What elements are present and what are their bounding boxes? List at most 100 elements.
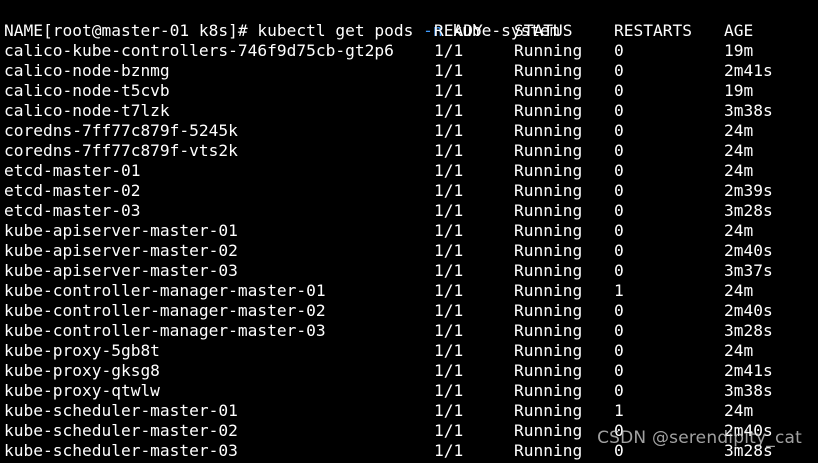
pod-age: 19m [724,81,754,100]
table-row: coredns-7ff77c879f-vts2k 1/1 Running 0 24m [4,141,818,161]
pod-status: Running [514,61,583,80]
pod-status: Running [514,261,583,280]
pod-status: Running [514,281,583,300]
table-row: etcd-master-03 1/1 Running 0 3m28s [4,201,818,221]
table-row: etcd-master-01 1/1 Running 0 24m [4,161,818,181]
pod-age: 3m28s [724,321,773,340]
pod-name: etcd-master-02 [4,181,141,200]
pod-restarts: 0 [614,381,624,400]
column-header-age: AGE [724,21,754,40]
pod-ready: 1/1 [434,401,464,420]
pod-ready: 1/1 [434,101,464,120]
pod-restarts: 0 [614,141,624,160]
table-row: kube-apiserver-master-03 1/1 Running 0 3m37s [4,261,818,281]
pod-name: kube-controller-manager-master-02 [4,301,326,320]
pod-ready: 1/1 [434,81,464,100]
pod-name: coredns-7ff77c879f-5245k [4,121,238,140]
pod-restarts: 0 [614,361,624,380]
pod-restarts: 0 [614,161,624,180]
table-row: calico-node-bznmg 1/1 Running 0 2m41s [4,61,818,81]
table-row: kube-controller-manager-master-03 1/1 Runn… [4,321,818,341]
pod-status: Running [514,321,583,340]
pod-ready: 1/1 [434,161,464,180]
pod-restarts: 0 [614,61,624,80]
pod-ready: 1/1 [434,421,464,440]
pod-name: kube-controller-manager-master-01 [4,281,326,300]
pod-status: Running [514,221,583,240]
pod-status: Running [514,161,583,180]
pod-age: 3m38s [724,101,773,120]
pod-status: Running [514,441,583,460]
pod-restarts: 0 [614,241,624,260]
pod-ready: 1/1 [434,441,464,460]
pod-restarts: 0 [614,341,624,360]
pod-name: kube-scheduler-master-02 [4,421,238,440]
pod-status: Running [514,361,583,380]
pod-age: 24m [724,221,754,240]
pod-name: kube-controller-manager-master-03 [4,321,326,340]
pod-age: 2m39s [724,181,773,200]
pod-age: 2m40s [724,241,773,260]
pod-status: Running [514,101,583,120]
pod-status: Running [514,181,583,200]
table-row: etcd-master-02 1/1 Running 0 2m39s [4,181,818,201]
pod-name: kube-scheduler-master-03 [4,441,238,460]
pod-name: kube-apiserver-master-03 [4,261,238,280]
pod-age: 3m37s [724,261,773,280]
pod-age: 24m [724,341,754,360]
pod-age: 2m40s [724,301,773,320]
pod-name: kube-proxy-gksg8 [4,361,160,380]
pod-name: etcd-master-03 [4,201,141,220]
pod-restarts: 0 [614,101,624,120]
pod-status: Running [514,241,583,260]
pod-name: calico-kube-controllers-746f9d75cb-gt2p6 [4,41,394,60]
table-row: calico-kube-controllers-746f9d75cb-gt2p6… [4,41,818,61]
pod-restarts: 0 [614,201,624,220]
terminal-window[interactable]: [root@master-01 k8s]# kubectl get pods -… [0,0,818,463]
pod-ready: 1/1 [434,181,464,200]
pod-age: 24m [724,121,754,140]
pod-status: Running [514,401,583,420]
pod-ready: 1/1 [434,341,464,360]
pod-ready: 1/1 [434,61,464,80]
table-row: kube-proxy-gksg8 1/1 Running 0 2m41s [4,361,818,381]
table-row: kube-apiserver-master-01 1/1 Running 0 24m [4,221,818,241]
pod-ready: 1/1 [434,121,464,140]
column-header-restarts: RESTARTS [614,21,692,40]
table-row: kube-controller-manager-master-01 1/1 Runn… [4,281,818,301]
pod-status: Running [514,341,583,360]
pod-ready: 1/1 [434,221,464,240]
table-row: kube-apiserver-master-02 1/1 Running 0 2m40s [4,241,818,261]
pod-age: 2m41s [724,61,773,80]
pod-ready: 1/1 [434,201,464,220]
pod-ready: 1/1 [434,281,464,300]
pod-ready: 1/1 [434,381,464,400]
pod-age: 24m [724,161,754,180]
pod-status: Running [514,201,583,220]
pod-restarts: 0 [614,121,624,140]
pod-ready: 1/1 [434,301,464,320]
pod-ready: 1/1 [434,321,464,340]
pod-status: Running [514,41,583,60]
pod-status: Running [514,121,583,140]
pod-restarts: 0 [614,181,624,200]
pod-name: kube-proxy-qtwlw [4,381,160,400]
pod-status: Running [514,381,583,400]
table-row: calico-node-t7lzk 1/1 Running 0 3m38s [4,101,818,121]
pod-age: 24m [724,281,754,300]
pod-name: kube-apiserver-master-02 [4,241,238,260]
pod-ready: 1/1 [434,261,464,280]
pod-age: 3m28s [724,201,773,220]
pod-age: 2m41s [724,361,773,380]
table-row: kube-proxy-5gb8t 1/1 Running 0 24m [4,341,818,361]
table-row: calico-node-t5cvb 1/1 Running 0 19m [4,81,818,101]
pod-age: 3m38s [724,381,773,400]
pod-name: calico-node-bznmg [4,61,170,80]
column-header-status: STATUS [514,21,573,40]
pod-restarts: 1 [614,401,624,420]
pod-name: calico-node-t5cvb [4,81,170,100]
command-line: [root@master-01 k8s]# kubectl get pods -… [4,1,818,40]
pod-name: kube-scheduler-master-01 [4,401,238,420]
pod-name: etcd-master-01 [4,161,141,180]
table-row: coredns-7ff77c879f-5245k 1/1 Running 0 24m [4,121,818,141]
